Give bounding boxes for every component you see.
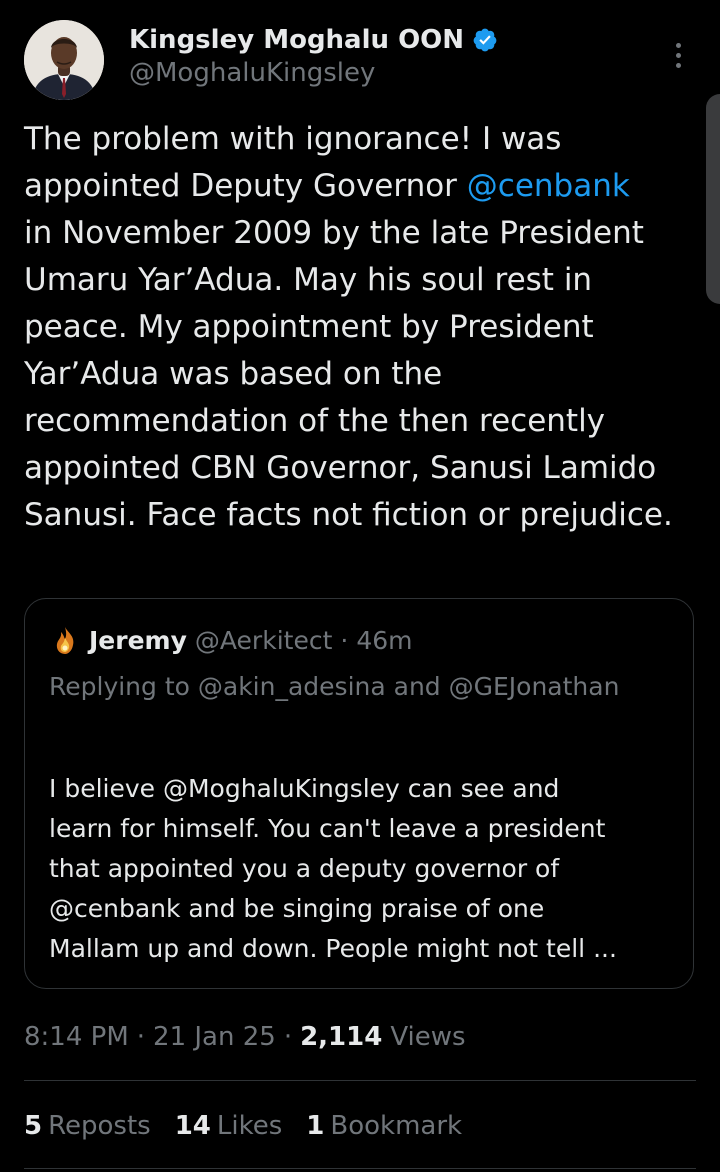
reposts-label: Reposts: [48, 1111, 151, 1141]
more-vertical-icon: [675, 42, 681, 48]
tweet-meta: 8:14 PM · 21 Jan 25 · 2,114 Views: [24, 1017, 466, 1057]
tweet-header: Kingsley Moghalu OON @MoghaluKingsley: [24, 20, 696, 100]
mention-link[interactable]: @cenbank: [467, 168, 630, 204]
likes-label: Likes: [216, 1111, 283, 1141]
quoted-tweet-card[interactable]: Jeremy @Aerkitect · 46m Replying to @aki…: [24, 598, 694, 989]
separator-dot: ·: [283, 1022, 293, 1052]
views-label: Views: [390, 1022, 466, 1052]
author-name-row: Kingsley Moghalu OON: [129, 22, 498, 58]
reposts-stat[interactable]: 5 Reposts: [24, 1111, 151, 1141]
bookmarks-count: 1: [306, 1111, 325, 1141]
quoted-author-name[interactable]: Jeremy: [89, 626, 187, 655]
author-avatar[interactable]: [24, 20, 104, 100]
likes-count: 14: [174, 1111, 211, 1141]
fire-avatar-icon: [49, 624, 81, 656]
avatar-photo: [24, 20, 104, 100]
replying-to-text: Replying to @akin_adesina and @GEJonatha…: [49, 672, 620, 701]
likes-stat[interactable]: 14 Likes: [175, 1111, 283, 1141]
more-options-button[interactable]: [660, 30, 696, 80]
tweet-time: 8:14 PM: [24, 1022, 129, 1052]
quoted-tweet-text: I believe @MoghaluKingsley can see and l…: [49, 774, 617, 963]
quoted-author-avatar[interactable]: [49, 624, 81, 656]
quoted-tweet-header: Jeremy @Aerkitect · 46m: [49, 621, 413, 659]
bookmarks-stat[interactable]: 1 Bookmark: [306, 1111, 462, 1141]
bookmarks-label: Bookmark: [330, 1111, 463, 1141]
separator-dot: ·: [340, 625, 349, 655]
quoted-author-handle[interactable]: @Aerkitect: [195, 626, 332, 655]
more-vertical-icon-dot: [675, 62, 681, 68]
scrollbar-handle[interactable]: [706, 94, 720, 304]
divider: [24, 1168, 696, 1169]
views-count[interactable]: 2,114: [300, 1022, 382, 1052]
divider: [24, 1080, 696, 1081]
tweet-text: The problem with ignorance! I was appoin…: [24, 116, 700, 539]
author-handle[interactable]: @MoghaluKingsley: [129, 58, 375, 88]
tweet-text-rest: in November 2009 by the late President U…: [24, 215, 673, 533]
verified-badge-icon: [473, 28, 497, 52]
engagement-stats: 5 Reposts 14 Likes 1 Bookmark: [24, 1106, 462, 1146]
separator-dot: ·: [136, 1022, 146, 1052]
author-name[interactable]: Kingsley Moghalu OON: [129, 25, 464, 55]
tweet-date: 21 Jan 25: [153, 1022, 276, 1052]
reposts-count: 5: [24, 1111, 43, 1141]
quoted-tweet-time: 46m: [356, 625, 413, 655]
more-vertical-icon-dot: [675, 52, 681, 58]
